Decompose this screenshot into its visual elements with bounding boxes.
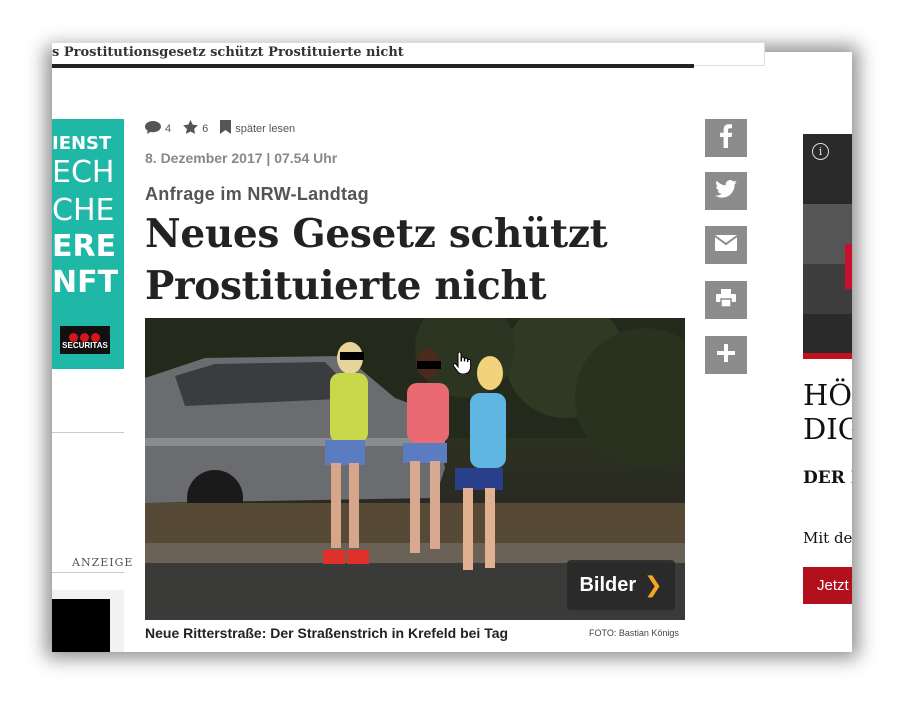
divider (52, 432, 124, 433)
sticky-article-bar[interactable]: s Prostitutionsgesetz schützt Prostituie… (52, 42, 765, 68)
right-promo-headline: HÖ DIG (803, 378, 852, 446)
ad-text-line: CHE (52, 193, 115, 228)
share-print-button[interactable] (705, 281, 747, 319)
ad-image (52, 599, 110, 652)
ad-image (803, 134, 852, 359)
article-date: 8. Dezember 2017 | 07.54 Uhr (145, 150, 338, 166)
share-mail-button[interactable] (705, 226, 747, 264)
ad-accent-bar (803, 353, 852, 359)
securitas-logo-text: SECURITAS (62, 341, 108, 350)
photo-credit: FOTO: Bastian Königs (589, 628, 679, 638)
ad-text-line: NFT (52, 265, 119, 300)
share-facebook-button[interactable] (705, 119, 747, 157)
sticky-bar-image-strip (52, 64, 694, 68)
ad-text-line: ERE (52, 229, 117, 264)
hand-cursor-icon (452, 351, 472, 379)
right-promo-subheadline: DER I (803, 468, 852, 488)
comment-icon (145, 120, 161, 137)
ad-text-line: ECH (52, 155, 115, 190)
right-promo-headline-line: HÖ (803, 378, 852, 412)
article-photo[interactable]: Bilder ❯ (145, 318, 685, 620)
share-twitter-button[interactable] (705, 172, 747, 210)
page-frame: IENST ECH CHE ERE NFT SECURITAS ANZEIGE … (52, 52, 852, 652)
print-icon (716, 288, 736, 312)
info-icon[interactable]: i (812, 143, 829, 160)
twitter-icon (715, 179, 737, 203)
share-more-button[interactable] (705, 336, 747, 374)
read-later-link[interactable]: später lesen (220, 120, 295, 137)
sticky-article-title[interactable]: s Prostitutionsgesetz schützt Prostituie… (52, 45, 404, 60)
photo-caption: Neue Ritterstraße: Der Straßenstrich in … (145, 625, 509, 641)
left-ad-banner-2[interactable] (52, 590, 124, 652)
mail-icon (714, 234, 738, 256)
favorites-link[interactable]: 6 (183, 120, 208, 137)
read-later-label: später lesen (235, 122, 296, 135)
comments-link[interactable]: 4 (145, 120, 172, 137)
right-promo-cta-button[interactable]: Jetzt (803, 567, 852, 604)
left-ad-banner[interactable]: IENST ECH CHE ERE NFT SECURITAS (52, 119, 124, 369)
article-headline: Neues Gesetz schützt Prostituierte nicht (145, 211, 608, 309)
ad-text-line: IENST (52, 133, 112, 154)
article-kicker: Anfrage im NRW-Landtag (145, 184, 369, 204)
gallery-button-label: Bilder (579, 573, 637, 596)
article-meta: 4 6 später lesen (145, 120, 307, 137)
star-icon (183, 120, 198, 137)
right-promo-headline-line: DIG (803, 412, 852, 446)
chevron-right-icon: ❯ (644, 572, 663, 597)
securitas-logo: SECURITAS (60, 326, 110, 354)
ad-label: ANZEIGE (72, 556, 134, 569)
right-ad-banner[interactable]: i (803, 134, 852, 359)
favorites-count: 6 (202, 122, 209, 135)
plus-icon (717, 343, 735, 367)
bookmark-icon (220, 120, 232, 137)
divider (52, 572, 124, 573)
comments-count: 4 (165, 122, 172, 135)
gallery-button[interactable]: Bilder ❯ (567, 560, 675, 610)
facebook-icon (719, 123, 733, 153)
right-promo-text: Mit der (803, 529, 852, 547)
